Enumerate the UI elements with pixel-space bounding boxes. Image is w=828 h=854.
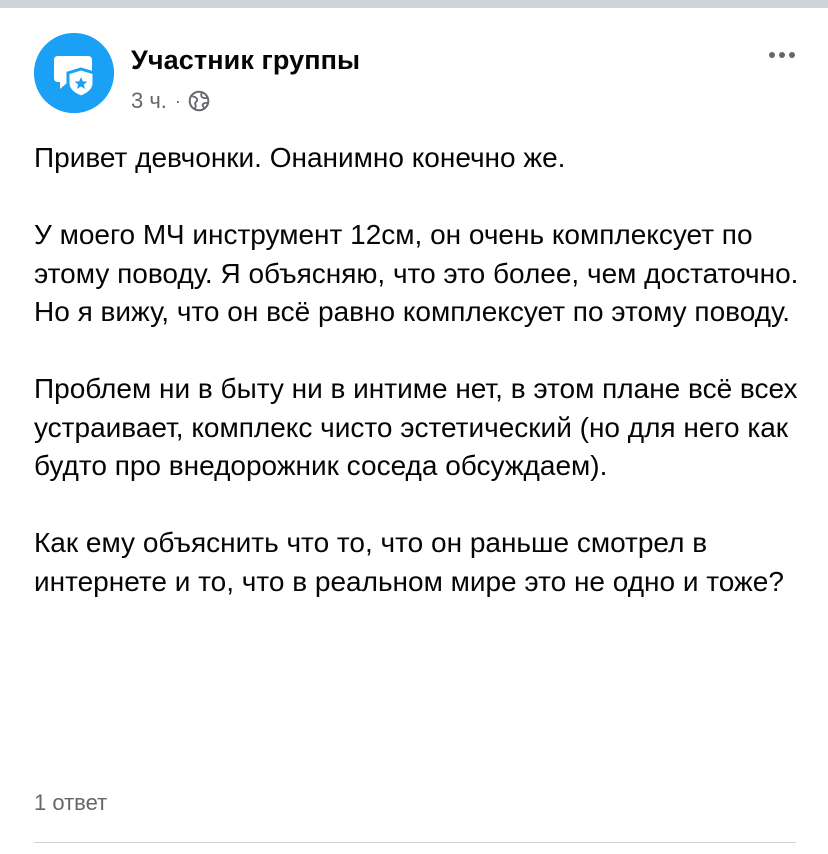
post-paragraph: Проблем ни в быту ни в интиме нет, в это… — [34, 373, 798, 481]
author-name[interactable]: Участник группы — [131, 45, 360, 76]
more-dot — [769, 52, 775, 58]
avatar[interactable] — [34, 33, 114, 113]
post-meta: 3 ч. · — [131, 88, 210, 114]
post-time[interactable]: 3 ч. — [131, 88, 167, 114]
more-options-icon[interactable] — [762, 43, 802, 67]
meta-separator: · — [174, 91, 181, 111]
anonymous-member-shield-icon — [34, 33, 114, 113]
post-paragraph: Привет девчонки. Онанимно конечно же. — [34, 142, 566, 173]
more-dot — [789, 52, 795, 58]
globe-icon[interactable] — [188, 90, 210, 112]
post-paragraph: Как ему объяснить что то, что он раньше … — [34, 527, 784, 597]
top-strip — [0, 0, 828, 8]
more-dot — [779, 52, 785, 58]
replies-link[interactable]: 1 ответ — [34, 790, 107, 816]
post-header: Участник группы 3 ч. · — [34, 33, 804, 123]
divider — [34, 842, 796, 843]
post-body: Привет девчонки. Онанимно конечно же. У … — [34, 139, 804, 601]
post-paragraph: У моего МЧ инструмент 12см, он очень ком… — [34, 219, 799, 327]
